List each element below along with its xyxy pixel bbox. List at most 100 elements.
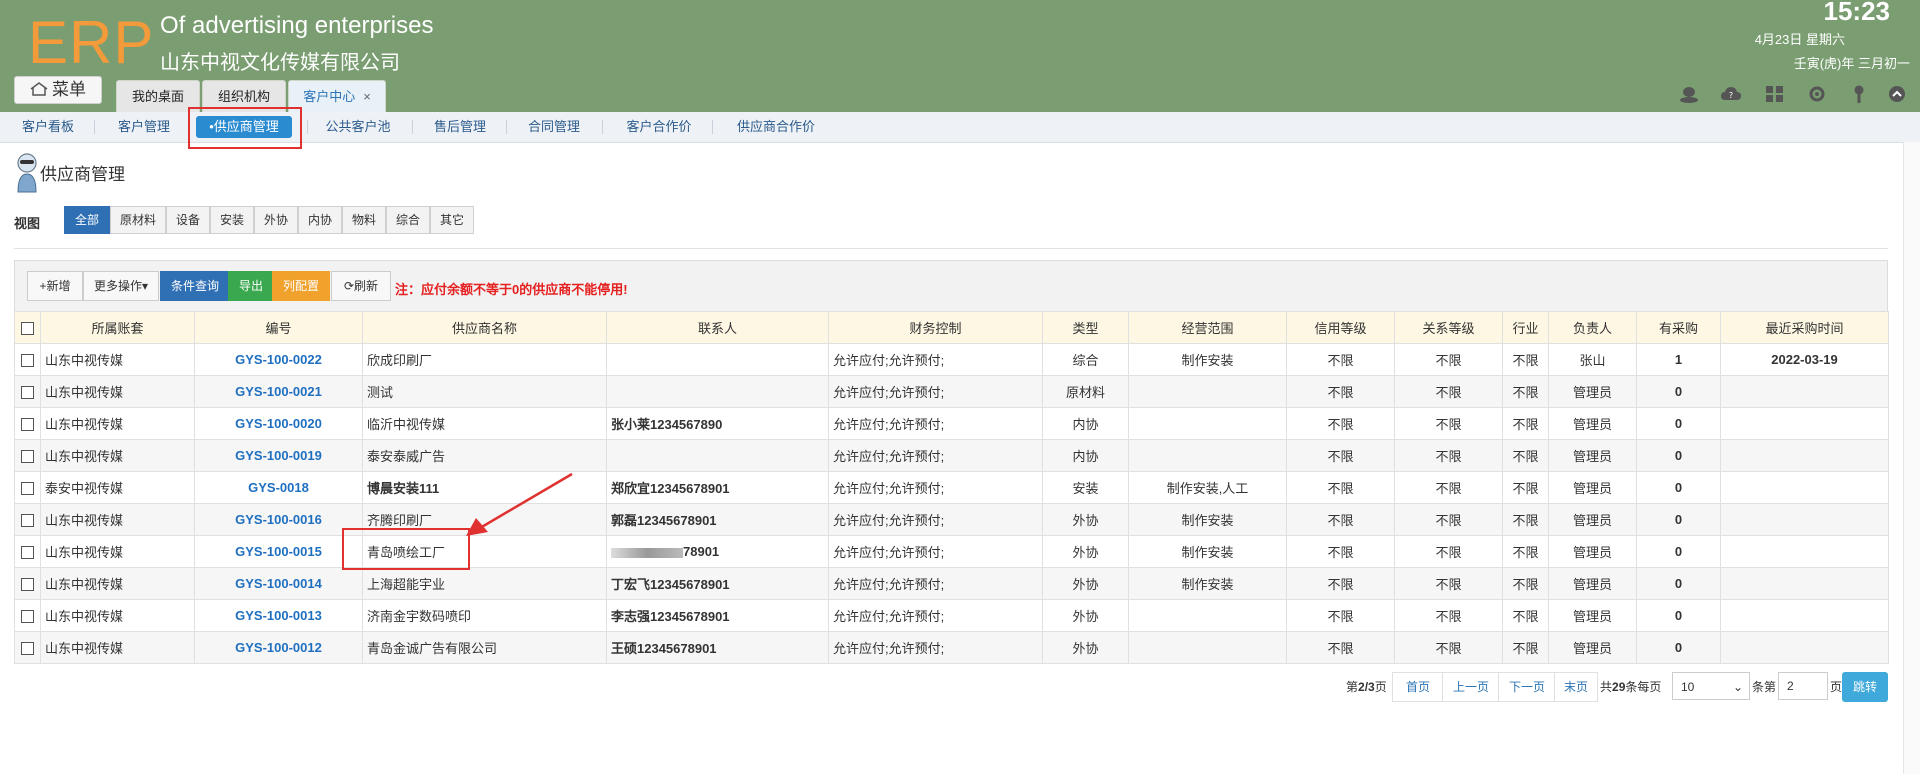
apps-grid-icon[interactable]: [1764, 84, 1786, 104]
col-header-code[interactable]: 编号: [194, 311, 363, 344]
col-header-credit-level[interactable]: 信用等级: [1286, 311, 1395, 344]
row-checkbox[interactable]: [14, 567, 41, 600]
first-page-button[interactable]: 首页: [1392, 672, 1444, 702]
table-row[interactable]: 山东中视传媒 GYS-100-0020 临沂中视传媒 张小莱1234567890…: [14, 407, 1889, 440]
nav-public-customer-pool[interactable]: 公共客户池: [316, 112, 400, 142]
key-icon[interactable]: [1848, 84, 1870, 104]
row-checkbox[interactable]: [14, 503, 41, 536]
col-header-supplier-name[interactable]: 供应商名称: [362, 311, 607, 344]
cell-code-link[interactable]: GYS-100-0012: [194, 631, 363, 664]
row-checkbox[interactable]: [14, 375, 41, 408]
table-row[interactable]: 山东中视传媒 GYS-100-0019 泰安泰威广告 允许应付;允许预付; 内协…: [14, 439, 1889, 472]
refresh-button[interactable]: ⟳刷新: [331, 271, 391, 301]
cell-contact: 王硕12345678901: [606, 631, 829, 664]
table-row[interactable]: 山东中视传媒 GYS-100-0022 欣成印刷厂 允许应付;允许预付; 综合 …: [14, 343, 1889, 376]
cell-code-link[interactable]: GYS-100-0021: [194, 375, 363, 408]
collapse-up-icon[interactable]: [1886, 84, 1908, 104]
row-checkbox[interactable]: [14, 343, 41, 376]
more-actions-button[interactable]: 更多操作▾: [83, 271, 159, 301]
brand-english: Of advertising enterprises: [160, 12, 434, 39]
annotation-arrow-icon: [466, 472, 573, 536]
col-header-last-purchase[interactable]: 最近采购时间: [1720, 311, 1889, 344]
cell-finance-control: 允许应付;允许预付;: [828, 567, 1043, 600]
view-tab-equipment[interactable]: 设备: [166, 206, 210, 234]
nav-customer-price[interactable]: 客户合作价: [612, 112, 706, 142]
cell-code-link[interactable]: GYS-100-0019: [194, 439, 363, 472]
view-tab-other[interactable]: 其它: [430, 206, 474, 234]
row-checkbox[interactable]: [14, 599, 41, 632]
prev-page-button[interactable]: 上一页: [1442, 672, 1500, 702]
cell-account: 泰安中视传媒: [40, 471, 195, 504]
select-all-checkbox[interactable]: [14, 311, 41, 344]
cell-code-link[interactable]: GYS-0018: [194, 471, 363, 504]
cell-code-link[interactable]: GYS-100-0016: [194, 503, 363, 536]
col-header-has-purchase[interactable]: 有采购: [1636, 311, 1721, 344]
view-tab-all[interactable]: 全部: [64, 206, 110, 234]
cloud-help-icon[interactable]: ?: [1720, 84, 1742, 104]
cell-code-link[interactable]: GYS-100-0015: [194, 535, 363, 568]
cell-code-link[interactable]: GYS-100-0014: [194, 567, 363, 600]
next-page-button[interactable]: 下一页: [1498, 672, 1556, 702]
cell-business-scope: 制作安装: [1128, 535, 1287, 568]
col-header-contact[interactable]: 联系人: [606, 311, 829, 344]
cell-credit-level: 不限: [1286, 631, 1395, 664]
export-button[interactable]: 导出: [228, 271, 274, 301]
col-header-industry[interactable]: 行业: [1502, 311, 1549, 344]
gear-icon[interactable]: [1806, 84, 1828, 104]
page-size-select[interactable]: 10 ⌄: [1672, 672, 1750, 700]
goto-button[interactable]: 跳转: [1842, 672, 1888, 702]
nav-customer-manage[interactable]: 客户管理: [104, 112, 184, 142]
row-checkbox[interactable]: [14, 631, 41, 664]
row-checkbox[interactable]: [14, 471, 41, 504]
table-row[interactable]: 山东中视传媒 GYS-100-0021 测试 允许应付;允许预付; 原材料 不限…: [14, 375, 1889, 408]
last-page-button[interactable]: 末页: [1554, 672, 1598, 702]
cell-contact: 郭磊12345678901: [606, 503, 829, 536]
col-header-type[interactable]: 类型: [1042, 311, 1129, 344]
condition-query-button[interactable]: 条件查询: [160, 271, 230, 301]
view-tab-materials[interactable]: 物料: [342, 206, 386, 234]
warning-note: 注：应付余额不等于0的供应商不能停用!: [395, 282, 628, 297]
col-header-finance-control[interactable]: 财务控制: [828, 311, 1043, 344]
table-row[interactable]: 山东中视传媒 GYS-100-0012 青岛金诚广告有限公司 王硕1234567…: [14, 631, 1889, 664]
table-row[interactable]: 泰安中视传媒 GYS-0018 博晨安装111 郑欣宜12345678901 允…: [14, 471, 1889, 504]
view-tab-install[interactable]: 安装: [210, 206, 254, 234]
view-tab-internal[interactable]: 内协: [298, 206, 342, 234]
tab-close-icon[interactable]: ×: [363, 89, 371, 104]
vertical-scrollbar[interactable]: [1903, 142, 1920, 774]
col-header-business-scope[interactable]: 经营范围: [1128, 311, 1287, 344]
tab-customer-center[interactable]: 客户中心 ×: [288, 80, 386, 112]
view-tab-outsource[interactable]: 外协: [254, 206, 298, 234]
tab-label: 组织机构: [217, 89, 270, 104]
col-header-account[interactable]: 所属账套: [40, 311, 195, 344]
goto-page-input[interactable]: 2: [1778, 672, 1828, 700]
table-row[interactable]: 山东中视传媒 GYS-100-0014 上海超能宇业 丁宏飞1234567890…: [14, 567, 1889, 600]
col-header-relation-level[interactable]: 关系等级: [1394, 311, 1503, 344]
view-tab-raw-material[interactable]: 原材料: [110, 206, 166, 234]
nav-supplier-price[interactable]: 供应商合作价: [722, 112, 830, 142]
nav-customer-board[interactable]: 客户看板: [10, 112, 86, 142]
row-checkbox[interactable]: [14, 439, 41, 472]
menu-button[interactable]: 菜单: [14, 76, 102, 104]
add-button[interactable]: +新增: [27, 271, 83, 301]
cell-code-link[interactable]: GYS-100-0020: [194, 407, 363, 440]
table-row[interactable]: 山东中视传媒 GYS-100-0016 齐腾印刷厂 郭磊12345678901 …: [14, 503, 1889, 536]
table-row[interactable]: 山东中视传媒 GYS-100-0013 济南金宇数码喷印 李志强12345678…: [14, 599, 1889, 632]
user-icon[interactable]: [1678, 84, 1700, 104]
cell-has-purchase: 0: [1636, 599, 1721, 632]
row-checkbox[interactable]: [14, 407, 41, 440]
row-checkbox[interactable]: [14, 535, 41, 568]
header-toolbar: ?: [1678, 84, 1908, 104]
view-tab-general[interactable]: 综合: [386, 206, 430, 234]
clock-time: 15:23: [1823, 0, 1891, 26]
nav-after-sales[interactable]: 售后管理: [422, 112, 498, 142]
col-header-owner[interactable]: 负责人: [1548, 311, 1637, 344]
cell-finance-control: 允许应付;允许预付;: [828, 375, 1043, 408]
nav-contract-manage[interactable]: 合同管理: [516, 112, 592, 142]
cell-type: 外协: [1042, 599, 1129, 632]
cell-account: 山东中视传媒: [40, 343, 195, 376]
cell-code-link[interactable]: GYS-100-0022: [194, 343, 363, 376]
cell-industry: 不限: [1502, 631, 1549, 664]
cell-code-link[interactable]: GYS-100-0013: [194, 599, 363, 632]
table-row[interactable]: 山东中视传媒 GYS-100-0015 青岛喷绘工厂 78901 允许应付;允许…: [14, 535, 1889, 568]
column-config-button[interactable]: 列配置: [272, 271, 330, 301]
